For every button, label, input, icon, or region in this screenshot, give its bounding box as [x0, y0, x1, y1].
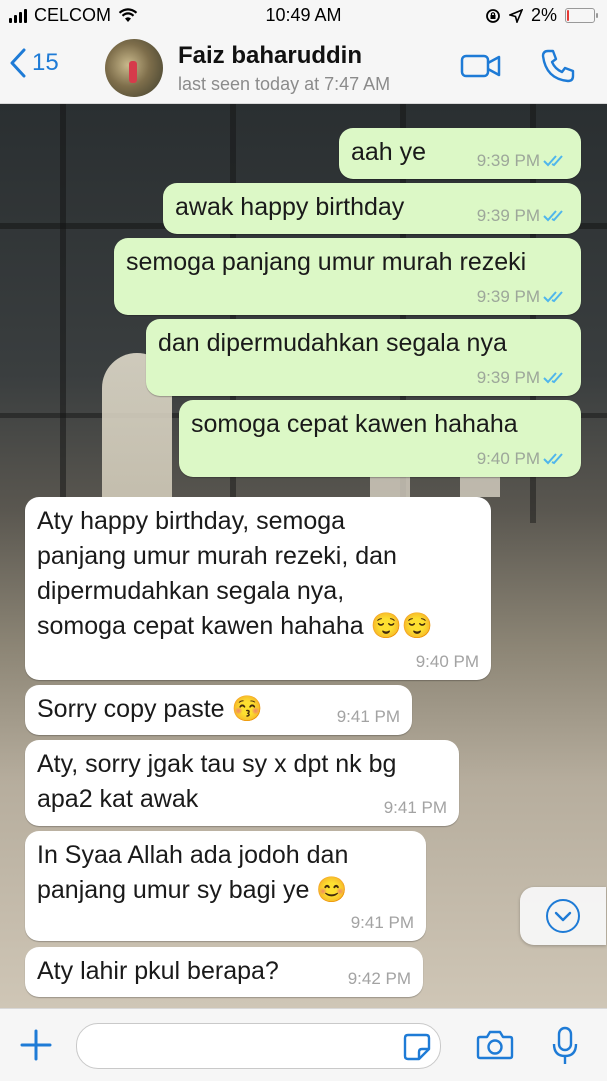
message-time: 9:40 PM	[476, 449, 540, 468]
read-ticks-icon	[543, 210, 563, 222]
avatar[interactable]	[105, 39, 163, 97]
message-time: 9:41 PM	[383, 798, 447, 817]
message-time: 9:39 PM	[476, 206, 540, 225]
chevron-down-icon	[546, 899, 580, 933]
message-time: 9:40 PM	[415, 652, 479, 671]
read-ticks-icon	[543, 155, 563, 167]
scroll-to-bottom-button[interactable]	[520, 887, 606, 945]
contact-name[interactable]: Faiz baharuddin	[178, 42, 362, 70]
message-input[interactable]	[76, 1023, 441, 1069]
message-bubble-outgoing[interactable]: awak happy birthday 9:39 PM	[163, 183, 581, 234]
message-bubble-outgoing[interactable]: somoga cepat kawen hahaha 9:40 PM	[179, 400, 581, 477]
read-ticks-icon	[543, 372, 563, 384]
message-time: 9:39 PM	[476, 287, 540, 306]
message-time: 9:41 PM	[350, 913, 414, 932]
phone-icon[interactable]	[540, 48, 576, 84]
message-bubble-outgoing[interactable]: aah ye 9:39 PM	[339, 128, 581, 179]
orientation-lock-icon	[486, 8, 500, 23]
message-time: 9:42 PM	[347, 969, 411, 988]
message-input-bar	[0, 1008, 607, 1081]
message-bubble-outgoing[interactable]: semoga panjang umur murah rezeki 9:39 PM	[114, 238, 581, 315]
message-bubble-incoming[interactable]: In Syaa Allah ada jodoh dan panjang umur…	[25, 831, 426, 941]
back-chevron-icon	[10, 48, 26, 78]
video-call-icon[interactable]	[460, 52, 502, 80]
read-ticks-icon	[543, 453, 563, 465]
status-bar: CELCOM 10:49 AM 2%	[0, 0, 607, 32]
message-time: 9:39 PM	[476, 151, 540, 170]
plus-icon[interactable]	[18, 1027, 54, 1063]
battery-percent: 2%	[530, 5, 557, 25]
last-seen-status: last seen today at 7:47 AM	[178, 74, 391, 94]
message-time: 9:39 PM	[476, 368, 540, 387]
unread-count: 15	[32, 49, 59, 76]
message-bubble-incoming[interactable]: Aty happy birthday, semoga panjang umur …	[25, 497, 491, 680]
message-bubble-incoming[interactable]: Sorry copy paste 😚 9:41 PM	[25, 685, 412, 735]
back-button[interactable]: 15	[10, 48, 59, 78]
battery-icon	[565, 8, 598, 23]
location-icon	[508, 8, 523, 23]
message-bubble-outgoing[interactable]: dan dipermudahkan segala nya 9:39 PM	[146, 319, 581, 396]
camera-icon[interactable]	[476, 1029, 514, 1061]
chat-header: 15 Faiz baharuddin last seen today at 7:…	[0, 32, 607, 104]
message-bubble-incoming[interactable]: Aty, sorry jgak tau sy x dpt nk bg apa2 …	[25, 740, 459, 826]
message-time: 9:41 PM	[336, 707, 400, 726]
read-ticks-icon	[543, 291, 563, 303]
sticker-icon[interactable]	[402, 1032, 432, 1062]
microphone-icon[interactable]	[551, 1026, 579, 1066]
message-bubble-incoming[interactable]: Aty lahir pkul berapa? 9:42 PM	[25, 947, 423, 997]
